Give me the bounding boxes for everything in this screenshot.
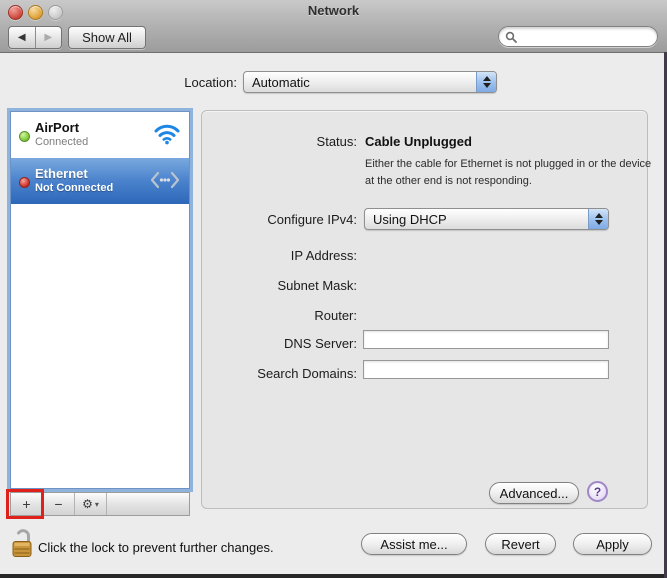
subnet-mask-label: Subnet Mask: [207, 278, 357, 293]
gear-menu-button[interactable]: ⚙▾ [75, 493, 107, 515]
dns-server-label: DNS Server: [207, 336, 357, 351]
network-service-list: AirPort Connected Ethernet Not Connected [10, 111, 190, 489]
status-label: Status: [207, 134, 357, 149]
service-status: Not Connected [35, 182, 113, 194]
search-icon [505, 31, 517, 43]
revert-button[interactable]: Revert [485, 533, 556, 555]
advanced-button[interactable]: Advanced... [489, 482, 579, 504]
status-description: Either the cable for Ethernet is not plu… [365, 156, 660, 189]
history-nav: ◀ ▶ [8, 26, 62, 49]
configure-ipv4-popup[interactable]: Using DHCP [364, 208, 609, 230]
settings-panel: Status: Cable Unplugged Either the cable… [201, 110, 648, 509]
wifi-icon [153, 123, 181, 150]
service-row-ethernet[interactable]: Ethernet Not Connected [11, 158, 189, 204]
status-dot-green [19, 131, 30, 142]
dns-server-input[interactable] [363, 330, 609, 349]
gear-icon: ⚙ [82, 497, 93, 511]
forward-button: ▶ [36, 27, 62, 48]
status-dot-red [19, 177, 30, 188]
popup-stepper-icon [588, 209, 608, 229]
caret-down-icon: ▾ [95, 500, 99, 509]
annotation-highlight-box [6, 489, 44, 519]
apply-button[interactable]: Apply [573, 533, 652, 555]
status-value: Cable Unplugged [365, 134, 472, 149]
router-label: Router: [207, 308, 357, 323]
service-name: Ethernet [35, 166, 88, 181]
popup-stepper-icon [476, 72, 496, 92]
service-name: AirPort [35, 120, 79, 135]
assist-me-button[interactable]: Assist me... [361, 533, 467, 555]
search-field[interactable] [498, 26, 658, 47]
window-bottom-edge [0, 574, 667, 578]
configure-ipv4-value: Using DHCP [365, 209, 588, 229]
ethernet-icon [149, 169, 181, 196]
remove-service-button[interactable]: − [43, 493, 75, 515]
help-button[interactable]: ? [587, 481, 608, 502]
service-status: Connected [35, 136, 88, 148]
window-title: Network [0, 3, 667, 18]
unlocked-padlock-icon[interactable] [10, 527, 34, 559]
location-label: Location: [120, 75, 237, 90]
location-popup-value: Automatic [244, 72, 476, 92]
ip-address-label: IP Address: [207, 248, 357, 263]
service-row-airport[interactable]: AirPort Connected [11, 112, 189, 158]
search-domains-label: Search Domains: [207, 366, 357, 381]
network-preferences-window: Network ◀ ▶ Show All Location: Automatic… [0, 0, 667, 578]
location-popup[interactable]: Automatic [243, 71, 497, 93]
search-input[interactable] [521, 29, 645, 45]
show-all-button[interactable]: Show All [68, 26, 146, 49]
search-domains-input[interactable] [363, 360, 609, 379]
lock-hint-text: Click the lock to prevent further change… [38, 540, 274, 555]
window-header: Network ◀ ▶ Show All [0, 0, 667, 53]
configure-ipv4-label: Configure IPv4: [207, 212, 357, 227]
back-button[interactable]: ◀ [9, 27, 36, 48]
